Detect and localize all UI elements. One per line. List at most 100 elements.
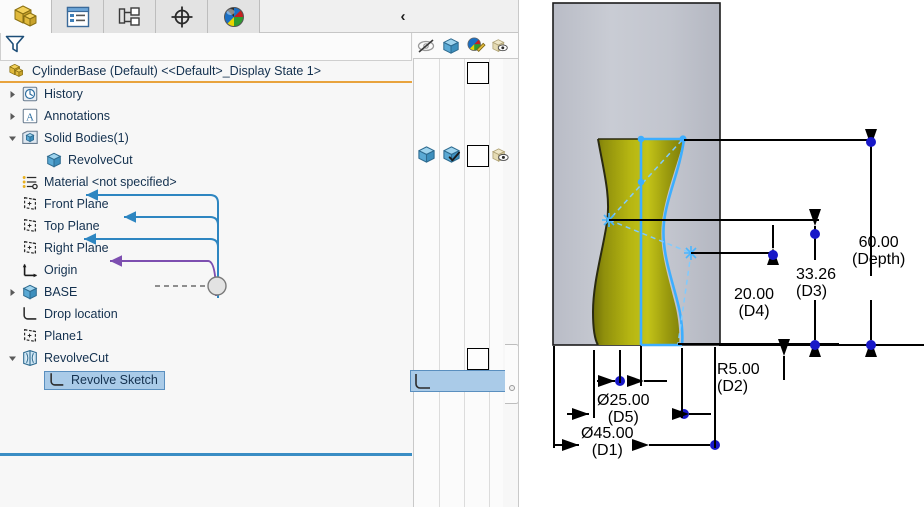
dimension-d2-value: R5.00 (717, 361, 760, 378)
color-sphere-icon (221, 5, 247, 29)
filter-funnel-icon[interactable] (4, 33, 26, 60)
hide-show-icon[interactable] (416, 37, 436, 57)
chevron-right-icon[interactable] (4, 83, 20, 105)
tree-item-content: BASE (20, 282, 77, 302)
tree-item-label: Front Plane (44, 197, 109, 211)
sketch-point (637, 178, 645, 186)
panel-resize-handle[interactable] (505, 344, 519, 404)
graphics-viewport[interactable]: 60.00 (Depth) 33.26 (D3) 20.00 (D4) R5.0… (519, 0, 924, 507)
root-appearance-sphere[interactable] (467, 62, 489, 84)
dimension-depth[interactable]: 60.00 (Depth) (852, 234, 906, 269)
tree-item-label: Top Plane (44, 219, 100, 233)
revolve-sketch-appearance-sphere[interactable] (467, 348, 489, 370)
tree-item-plane1[interactable]: Plane1 (0, 325, 412, 347)
dimension-d3-value: 33.26 (796, 266, 837, 283)
display-mode-icon[interactable] (441, 37, 461, 57)
chevron-right-icon[interactable] (4, 281, 20, 303)
plane-icon (20, 216, 40, 236)
tree-filter-bar[interactable] (0, 33, 412, 61)
tree-item-revolvecut[interactable]: RevolveCut (0, 149, 412, 171)
dimension-depth-value: 60.00 (858, 234, 899, 251)
chevron-down-icon[interactable] (4, 347, 20, 369)
svg-text:A: A (26, 112, 34, 124)
feature-manager-tab[interactable] (0, 0, 52, 33)
material-icon (20, 172, 40, 192)
collapse-panel-button[interactable]: ‹ (388, 0, 418, 33)
tree-item-revolvecut[interactable]: RevolveCut (0, 347, 412, 369)
manager-tab-strip: ‹ (0, 0, 519, 33)
tree-item-label: RevolveCut (44, 351, 109, 365)
dimension-d1[interactable]: Ø45.00 (D1) (581, 425, 634, 460)
tree-item-content: Front Plane (20, 194, 109, 214)
tree-root-row[interactable]: CylinderBase (Default) <<Default>_Displa… (0, 61, 412, 83)
dimension-depth-name: (Depth) (852, 250, 906, 268)
tree-item-material-not-specified[interactable]: Material <not specified> (0, 171, 412, 193)
dimension-d1-value: Ø45.00 (581, 425, 634, 442)
panel-pin-dot[interactable] (509, 385, 515, 391)
tree-item-content: RevolveCut (44, 150, 133, 170)
sketch-point (637, 135, 645, 143)
origin-axes-icon (20, 260, 40, 280)
dimxpert-manager-tab[interactable] (156, 0, 208, 33)
plane-icon (20, 194, 40, 214)
configuration-manager-tab[interactable] (104, 0, 156, 33)
transparency-icon[interactable] (491, 37, 511, 57)
sketch-icon (20, 304, 40, 324)
dimension-d2[interactable]: R5.00 (D2) (717, 361, 760, 396)
appearance-icon[interactable] (466, 37, 486, 57)
chevron-right-icon[interactable] (4, 105, 20, 127)
tree-item-front-plane[interactable]: Front Plane (0, 193, 412, 215)
tree-item-content: RevolveCut (20, 348, 109, 368)
tree-item-label: Solid Bodies(1) (44, 131, 129, 145)
tree-item-right-plane[interactable]: Right Plane (0, 237, 412, 259)
tree-item-top-plane[interactable]: Top Plane (0, 215, 412, 237)
chevron-down-icon[interactable] (4, 127, 20, 149)
property-manager-tab[interactable] (52, 0, 104, 33)
display-columns-header (413, 33, 519, 59)
display-manager-tab[interactable] (208, 0, 260, 33)
dimension-d3[interactable]: 33.26 (D3) (796, 266, 837, 301)
feature-tree[interactable]: CylinderBase (Default) <<Default>_Displa… (0, 61, 412, 507)
solid-bodies-display-mode[interactable] (416, 145, 438, 167)
tree-item-history[interactable]: History (0, 83, 412, 105)
tree-item-drop-location[interactable]: Drop location (0, 303, 412, 325)
tree-item-base[interactable]: BASE (0, 281, 412, 303)
sketch-icon (413, 372, 433, 395)
tree-item-content: Solid Bodies(1) (20, 128, 129, 148)
revolve-cut-icon (20, 348, 40, 368)
feature-cube-icon (20, 282, 40, 302)
tree-item-annotations[interactable]: A Annotations (0, 105, 412, 127)
tree-item-label: Annotations (44, 109, 111, 123)
part-blocks-icon (6, 61, 26, 81)
selected-tree-item[interactable]: Revolve Sketch (44, 370, 165, 390)
tree-item-label: Plane1 (44, 329, 83, 343)
selected-row-display-strip[interactable] (410, 370, 518, 392)
dimension-d5[interactable]: Ø25.00 (D5) (597, 392, 650, 427)
crosshair-target-icon (169, 5, 195, 29)
solid-bodies-transparency[interactable] (491, 146, 513, 168)
dimension-d2-name: (D2) (717, 377, 749, 395)
tree-item-label: BASE (44, 285, 78, 299)
plane-icon (20, 238, 40, 258)
tree-item-label: Material <not specified> (44, 175, 177, 189)
tree-item-revolve-sketch[interactable]: Revolve Sketch (0, 369, 412, 391)
dimension-d5-value: Ø25.00 (597, 392, 650, 409)
tree-item-content: Material <not specified> (20, 172, 177, 192)
tree-item-content: History (20, 84, 83, 104)
solid-bodies-icon (20, 128, 40, 148)
tree-item-content: Top Plane (20, 216, 100, 236)
dimension-d1-name: (D1) (591, 441, 623, 459)
tree-item-origin[interactable]: Origin (0, 259, 412, 281)
solid-bodies-visible-check[interactable] (441, 145, 463, 167)
tree-item-content: A Annotations (20, 106, 110, 126)
dimension-d4[interactable]: 20.00 (D4) (734, 286, 774, 321)
solid-bodies-appearance-sphere[interactable] (467, 145, 489, 167)
tree-item-content: Right Plane (20, 238, 109, 258)
tree-item-solid-bodies-1[interactable]: Solid Bodies(1) (0, 127, 412, 149)
